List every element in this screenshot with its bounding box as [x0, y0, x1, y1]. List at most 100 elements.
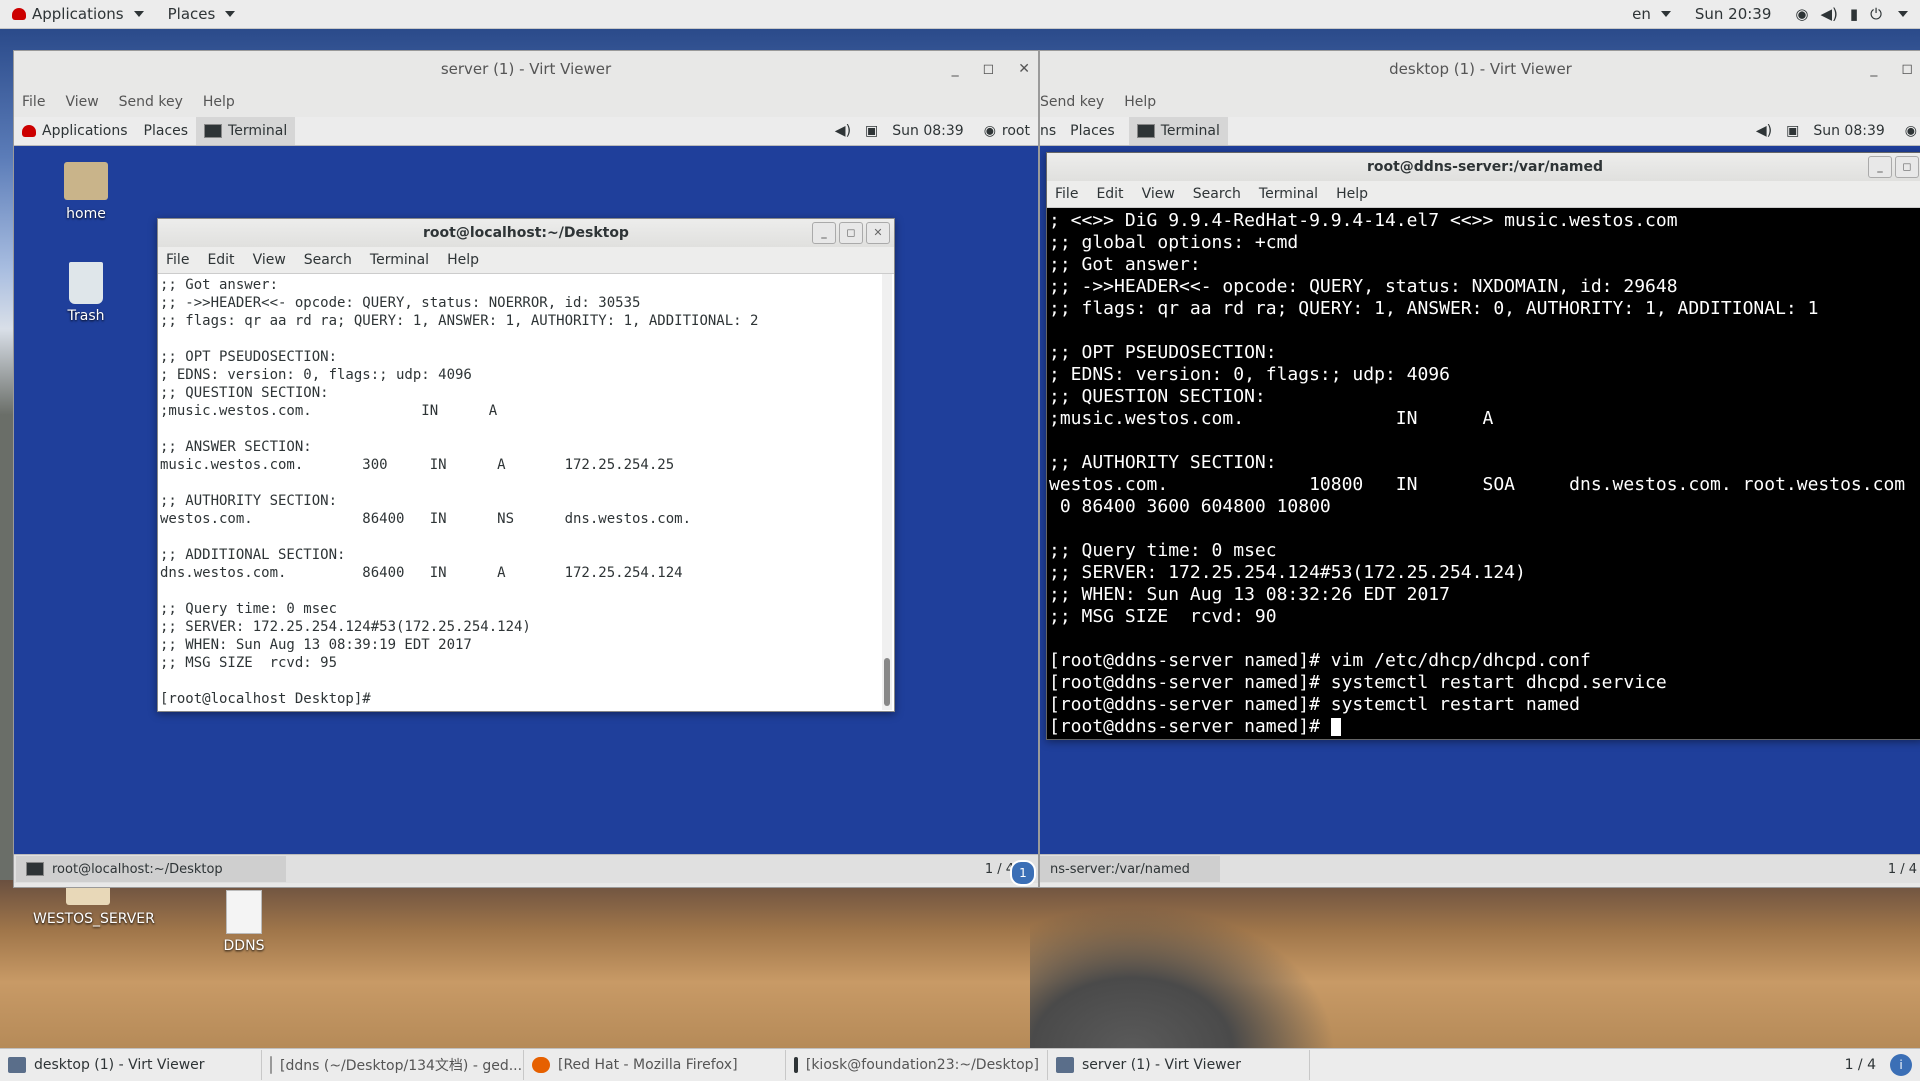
- menu-send-key[interactable]: Send key: [119, 94, 183, 110]
- guest-user-menu[interactable]: root: [1002, 123, 1030, 139]
- desktop-vm-titlebar[interactable]: desktop (1) - Virt Viewer _ ◻: [1040, 51, 1920, 87]
- guest-applications-menu[interactable]: Applications: [14, 117, 136, 145]
- guest-clock[interactable]: Sun 08:39: [1813, 123, 1884, 139]
- minimize-icon[interactable]: _: [1870, 61, 1877, 77]
- desktop-guest-desktop: root@ddns-server:/var/named _ ◻ File Edi…: [1040, 146, 1920, 854]
- maximize-icon[interactable]: ◻: [983, 61, 995, 77]
- menu-file[interactable]: File: [22, 94, 45, 110]
- localhost-terminal-titlebar[interactable]: root@localhost:~/Desktop _ ◻ ✕: [158, 219, 894, 247]
- close-icon[interactable]: ✕: [866, 222, 890, 244]
- terminal-line: ;; Query time: 0 msec: [160, 601, 338, 617]
- volume-icon[interactable]: ◀): [1756, 123, 1772, 139]
- host-task-server-viewer[interactable]: server (1) - Virt Viewer: [1048, 1050, 1310, 1080]
- menu-edit[interactable]: Edit: [207, 252, 234, 268]
- minimize-icon[interactable]: _: [1868, 156, 1892, 178]
- close-icon[interactable]: ✕: [1018, 61, 1030, 77]
- guest-terminal-app[interactable]: Terminal: [196, 117, 296, 145]
- menu-help[interactable]: Help: [1336, 186, 1368, 202]
- guest-task-terminal[interactable]: root@localhost:~/Desktop: [16, 856, 286, 882]
- notification-icon[interactable]: i: [1890, 1054, 1912, 1076]
- menu-terminal[interactable]: Terminal: [370, 252, 429, 268]
- maximize-icon[interactable]: ◻: [1895, 156, 1919, 178]
- server-vm-titlebar[interactable]: server (1) - Virt Viewer _ ◻ ✕: [14, 51, 1038, 87]
- menu-search[interactable]: Search: [1193, 186, 1241, 202]
- folder-icon: [66, 885, 110, 905]
- notification-badge-icon[interactable]: 1: [1010, 860, 1036, 886]
- menu-send-key[interactable]: Send key: [1040, 94, 1104, 110]
- language-selector[interactable]: en: [1620, 0, 1683, 28]
- guest-clock[interactable]: Sun 08:39: [892, 123, 963, 139]
- menu-help[interactable]: Help: [1124, 94, 1156, 110]
- terminal-line: ;music.westos.com. IN A: [160, 403, 498, 419]
- terminal-line: [root@ddns-server named]# systemctl rest…: [1049, 672, 1667, 693]
- host-places-menu[interactable]: Places: [156, 0, 248, 28]
- guest-task-terminal[interactable]: ns-server:/var/named: [1040, 856, 1220, 882]
- menu-view[interactable]: View: [1142, 186, 1175, 202]
- host-task-desktop-viewer[interactable]: desktop (1) - Virt Viewer: [0, 1050, 262, 1080]
- desktop-guest-taskbar: ns-server:/var/named 1 / 4: [1040, 854, 1920, 883]
- menu-view[interactable]: View: [65, 94, 98, 110]
- redhat-icon: [22, 125, 36, 137]
- ddns-terminal-output[interactable]: ; <<>> DiG 9.9.4-RedHat-9.9.4-14.el7 <<>…: [1047, 208, 1920, 739]
- menu-help[interactable]: Help: [447, 252, 479, 268]
- display-icon[interactable]: ▣: [865, 123, 878, 139]
- menu-view[interactable]: View: [253, 252, 286, 268]
- guest-places-menu[interactable]: Places: [1070, 123, 1129, 139]
- terminal-line: ;; AUTHORITY SECTION:: [160, 493, 338, 509]
- terminal-line: ;; SERVER: 172.25.254.124#53(172.25.254.…: [160, 619, 531, 635]
- battery-icon: ▮: [1849, 5, 1859, 23]
- terminal-line: ;; AUTHORITY SECTION:: [1049, 452, 1277, 473]
- host-task-kiosk-terminal[interactable]: [kiosk@foundation23:~/Desktop]: [786, 1050, 1048, 1080]
- menu-search[interactable]: Search: [304, 252, 352, 268]
- ddns-terminal-titlebar[interactable]: root@ddns-server:/var/named _ ◻: [1047, 153, 1920, 181]
- terminal-line: westos.com. 10800 IN SOA dns.westos.com.…: [1049, 474, 1906, 495]
- host-clock[interactable]: Sun 20:39: [1683, 0, 1784, 28]
- maximize-icon[interactable]: ◻: [839, 222, 863, 244]
- localhost-terminal-menubar: File Edit View Search Terminal Help: [158, 247, 894, 274]
- host-applications-menu[interactable]: Applications: [0, 0, 156, 28]
- chevron-down-icon: [1898, 11, 1908, 17]
- maximize-icon[interactable]: ◻: [1901, 61, 1913, 77]
- menu-help[interactable]: Help: [203, 94, 235, 110]
- menu-edit[interactable]: Edit: [1096, 186, 1123, 202]
- workspace-indicator[interactable]: 1 / 4: [1888, 862, 1917, 877]
- terminal-line: ;; QUESTION SECTION:: [1049, 386, 1266, 407]
- terminal-line: ; EDNS: version: 0, flags:; udp: 4096: [1049, 364, 1450, 385]
- system-status-area[interactable]: ◉ ◀) ▮ ⏻: [1783, 0, 1920, 28]
- localhost-terminal-output[interactable]: ;; Got answer: ;; ->>HEADER<<- opcode: QU…: [160, 276, 880, 710]
- terminal-scrollbar[interactable]: [882, 274, 892, 710]
- terminal-line: ;; global options: +cmd: [1049, 232, 1299, 253]
- menu-file[interactable]: File: [166, 252, 189, 268]
- server-vm-menubar: File View Send key Help: [14, 87, 1038, 117]
- volume-icon: ◀): [1820, 5, 1838, 23]
- wifi-icon: ◉: [1795, 5, 1809, 23]
- guest-icon-trash[interactable]: Trash: [46, 262, 126, 324]
- volume-icon[interactable]: ◀): [835, 123, 851, 139]
- display-icon[interactable]: ▣: [1786, 123, 1799, 139]
- guest-icon-home[interactable]: home: [46, 162, 126, 222]
- minimize-icon[interactable]: _: [952, 61, 959, 77]
- terminal-line: ;; Got answer:: [1049, 254, 1201, 275]
- desktop-icon-ddns[interactable]: DDNS: [189, 890, 299, 954]
- guest-terminal-app[interactable]: Terminal: [1128, 117, 1228, 145]
- host-task-firefox[interactable]: [Red Hat - Mozilla Firefox]: [524, 1050, 786, 1080]
- terminal-line: ; EDNS: version: 0, flags:; udp: 4096: [160, 367, 472, 383]
- guest-places-menu[interactable]: Places: [136, 117, 197, 145]
- desktop-icon-westos-server[interactable]: WESTOS_SERVER: [33, 885, 155, 927]
- desktop-virt-viewer-window: desktop (1) - Virt Viewer _ ◻ Send key H…: [1039, 50, 1920, 888]
- host-workspace-indicator[interactable]: 1 / 4: [1845, 1057, 1876, 1073]
- terminal-line: ;; MSG SIZE rcvd: 95: [160, 655, 338, 671]
- menu-terminal[interactable]: Terminal: [1259, 186, 1318, 202]
- minimize-icon[interactable]: _: [812, 222, 836, 244]
- menu-file[interactable]: File: [1055, 186, 1078, 202]
- guest-applications-menu[interactable]: ns: [1040, 123, 1070, 139]
- host-task-gedit[interactable]: [ddns (~/Desktop/134文档) - ged...: [262, 1050, 524, 1080]
- ddns-terminal-window: root@ddns-server:/var/named _ ◻ File Edi…: [1046, 152, 1920, 740]
